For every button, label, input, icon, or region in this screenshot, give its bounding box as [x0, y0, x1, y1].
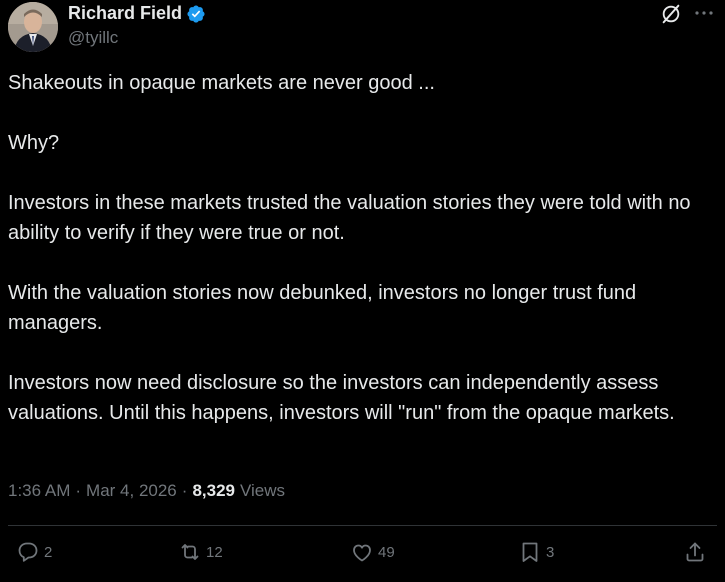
reply-icon	[18, 542, 38, 562]
divider	[8, 525, 717, 526]
post-paragraph: Why?	[8, 132, 60, 154]
display-name[interactable]: Richard Field	[68, 3, 182, 24]
reply-button[interactable]: 2	[16, 540, 52, 564]
bookmark-count: 3	[546, 543, 555, 561]
like-button[interactable]: 49	[350, 540, 395, 564]
reply-count: 2	[44, 543, 53, 561]
post-time[interactable]: 1:36 AM	[8, 481, 70, 501]
post-date[interactable]: Mar 4, 2026	[86, 481, 177, 501]
avatar-image	[8, 2, 58, 52]
meta-separator: ·	[181, 481, 188, 500]
repost-button[interactable]: 12	[178, 540, 223, 564]
post-paragraph: Investors now need disclosure so the inv…	[8, 372, 675, 424]
verified-badge-icon[interactable]	[186, 4, 206, 24]
avatar[interactable]	[8, 2, 58, 52]
name-row: Richard Field	[68, 3, 206, 24]
post-paragraph: Investors in these markets trusted the v…	[8, 192, 691, 244]
views-count[interactable]: 8,329	[192, 481, 235, 501]
post-paragraph: With the valuation stories now debunked,…	[8, 282, 637, 334]
handle[interactable]: @tyillc	[68, 28, 118, 48]
post-meta: 1:36 AM · Mar 4, 2026 · 8,329 Views	[8, 481, 285, 501]
grok-icon[interactable]	[660, 3, 682, 25]
repost-icon	[181, 544, 199, 560]
like-count: 49	[378, 543, 395, 561]
bookmark-button[interactable]: 3	[518, 540, 554, 564]
more-icon[interactable]	[692, 5, 716, 21]
share-button[interactable]	[683, 540, 707, 564]
share-icon	[686, 542, 704, 562]
views-label: Views	[240, 481, 286, 500]
post-paragraph: Shakeouts in opaque markets are never go…	[8, 72, 435, 94]
post-text: Shakeouts in opaque markets are never go…	[8, 68, 708, 428]
heart-icon	[353, 544, 371, 562]
action-bar: 2 12 49 3	[0, 540, 725, 572]
repost-count: 12	[206, 543, 223, 561]
post-header: Richard Field @tyillc	[0, 0, 725, 60]
bookmark-icon	[522, 542, 538, 562]
meta-separator: ·	[75, 481, 82, 500]
